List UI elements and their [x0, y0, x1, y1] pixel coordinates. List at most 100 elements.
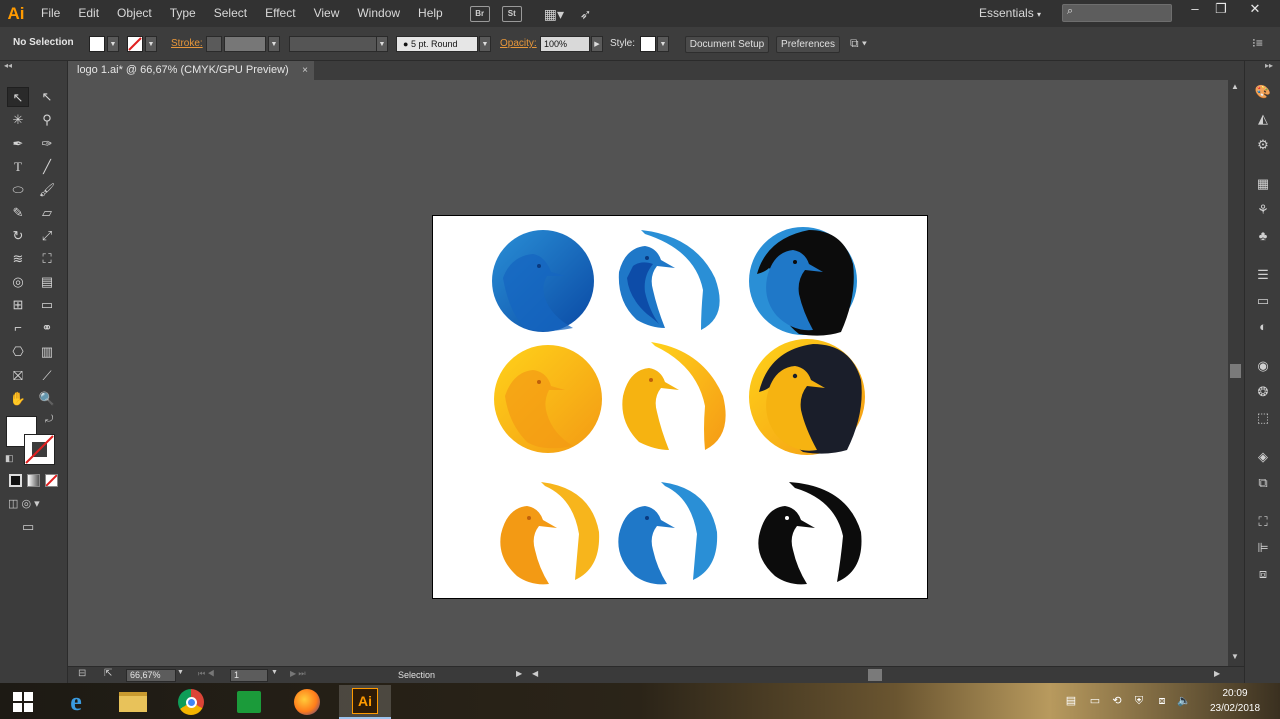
stroke-swatch[interactable] — [127, 36, 143, 52]
fill-dropdown[interactable]: ▼ — [107, 36, 119, 52]
zoom-dropdown-icon[interactable]: ▼ — [177, 669, 184, 676]
style-dropdown[interactable]: ▼ — [657, 36, 669, 52]
status-menu-icon[interactable]: ▶ — [516, 669, 522, 678]
column-graph-tool-icon[interactable]: ▥ — [36, 342, 58, 362]
zoom-input[interactable]: 66,67% — [126, 669, 176, 682]
artboard-tool-icon[interactable]: ⛝ — [7, 366, 29, 386]
artboards-icon[interactable]: ⧉ — [1254, 474, 1272, 492]
menu-help[interactable]: Help — [409, 0, 452, 27]
artboard-number-input[interactable]: 1 — [230, 669, 268, 682]
menu-object[interactable]: Object — [108, 0, 161, 27]
clock[interactable]: 20:09 23/02/2018 — [1200, 686, 1270, 716]
stroke-weight-stepper[interactable] — [206, 36, 222, 52]
canvas[interactable] — [68, 80, 1228, 666]
scale-tool-icon[interactable]: ⤢ — [36, 226, 58, 246]
chrome-app[interactable] — [165, 685, 217, 719]
line-tool-icon[interactable]: ╱ — [36, 157, 58, 177]
blend-tool-icon[interactable]: ⚭ — [36, 318, 58, 338]
curvature-tool-icon[interactable]: ✑ — [36, 134, 58, 154]
color-guide-icon[interactable]: ◭ — [1254, 110, 1272, 128]
appearance-icon[interactable]: ◉ — [1254, 357, 1272, 375]
maximize-button[interactable]: ❐ — [1207, 0, 1235, 20]
gradient-mode-button[interactable] — [27, 474, 40, 487]
transform-icon[interactable]: ⛶ — [1254, 513, 1272, 531]
minimize-button[interactable]: ‒ — [1181, 0, 1209, 20]
document-setup-button[interactable]: Document Setup — [685, 36, 769, 53]
bridge-button[interactable]: Br — [469, 5, 490, 22]
artboard[interactable] — [432, 215, 928, 599]
start-button[interactable] — [0, 685, 46, 719]
type-tool-icon[interactable]: T — [7, 157, 29, 177]
stroke-weight-dropdown[interactable]: ▼ — [268, 36, 280, 52]
share-icon[interactable]: ⇱ — [104, 668, 112, 679]
tray-network-icon[interactable]: ▤ — [1064, 694, 1078, 708]
close-button[interactable]: ✕ — [1241, 0, 1269, 20]
libraries-icon[interactable]: ⚙ — [1254, 136, 1272, 154]
menu-effect[interactable]: Effect — [256, 0, 304, 27]
asset-export-icon[interactable]: ⬚ — [1254, 409, 1272, 427]
color-panel-icon[interactable]: 🎨 — [1254, 83, 1272, 101]
firefox-app[interactable] — [281, 685, 333, 719]
illustrator-app[interactable]: Ai — [339, 685, 391, 719]
horizontal-scroll-thumb[interactable] — [868, 669, 882, 681]
menu-view[interactable]: View — [305, 0, 349, 27]
none-mode-button[interactable] — [45, 474, 58, 487]
scroll-right-icon[interactable]: ▶ — [1214, 669, 1220, 678]
symbols-icon[interactable]: ♣ — [1254, 227, 1272, 245]
brushes-icon[interactable]: ⚘ — [1254, 201, 1272, 219]
default-colors-icon[interactable]: ◧ — [5, 453, 14, 464]
vertical-scroll-thumb[interactable] — [1230, 364, 1241, 378]
arrange-icon[interactable]: ⧉ ▾ — [850, 36, 867, 51]
artboard-dropdown-icon[interactable]: ▼ — [271, 669, 278, 676]
tray-sync-icon[interactable]: ⟲ — [1110, 694, 1124, 708]
stroke-label[interactable]: Stroke: — [171, 38, 203, 49]
dock-collapse-icon[interactable]: ▸▸ — [1265, 61, 1273, 70]
scroll-left-icon[interactable]: ◀ — [532, 669, 538, 678]
arrange-documents-icon[interactable]: ▦▾ — [544, 6, 570, 22]
stroke-color-box[interactable] — [24, 434, 55, 465]
gradient-panel-icon[interactable]: ▭ — [1254, 292, 1272, 310]
last-artboard-icon[interactable]: ▶ ⏭ — [290, 669, 306, 679]
profile-dropdown[interactable]: ▼ — [376, 36, 388, 52]
zoom-out-icon[interactable]: ⊟ — [78, 668, 86, 679]
screen-mode-icon[interactable]: ▭ — [22, 519, 34, 535]
menu-file[interactable]: File — [32, 0, 69, 27]
pen-tool-icon[interactable]: ✒ — [7, 134, 29, 154]
document-tab[interactable]: logo 1.ai* @ 66,67% (CMYK/GPU Preview) × — [68, 61, 314, 80]
vertical-scrollbar[interactable]: ▲ ▼ — [1228, 80, 1244, 666]
rotate-tool-icon[interactable]: ↻ — [7, 226, 29, 246]
opacity-dropdown[interactable]: ▶ — [591, 36, 603, 52]
free-transform-tool-icon[interactable]: ⛶ — [36, 249, 58, 269]
menu-select[interactable]: Select — [205, 0, 256, 27]
color-mode-button[interactable] — [9, 474, 22, 487]
width-tool-icon[interactable]: ≋ — [7, 249, 29, 269]
align-icon[interactable]: ⊫ — [1254, 539, 1272, 557]
swap-colors-icon[interactable]: ⤾ — [45, 414, 53, 425]
brush-dropdown[interactable]: ▼ — [479, 36, 491, 52]
gradient-tool-icon[interactable]: ▭ — [36, 295, 58, 315]
stroke-panel-icon[interactable]: ☰ — [1254, 266, 1272, 284]
layers-icon[interactable]: ◈ — [1254, 448, 1272, 466]
slice-tool-icon[interactable]: ⟋ — [36, 366, 58, 386]
opacity-label[interactable]: Opacity: — [500, 38, 537, 49]
file-explorer-app[interactable] — [107, 685, 159, 719]
internet-explorer-app[interactable]: e — [50, 685, 102, 719]
gpu-rocket-icon[interactable]: ➶ — [580, 6, 600, 22]
stroke-dropdown[interactable]: ▼ — [145, 36, 157, 52]
magic-wand-tool-icon[interactable]: ✳ — [7, 110, 29, 130]
stroke-weight-input[interactable] — [224, 36, 266, 52]
tray-wifi-icon[interactable]: ⧈ — [1155, 694, 1169, 708]
symbol-sprayer-tool-icon[interactable]: ⎔ — [7, 342, 29, 362]
opacity-input[interactable]: 100% — [540, 36, 590, 52]
panel-collapse-icon[interactable]: ◂◂ — [4, 61, 12, 70]
tray-antivirus-icon[interactable]: ⛨ — [1132, 694, 1146, 708]
workspace-switcher[interactable]: Essentials ▾ — [979, 0, 1041, 28]
ellipse-tool-icon[interactable]: ⬭ — [7, 180, 29, 200]
variable-width-profile[interactable] — [289, 36, 377, 52]
eyedropper-tool-icon[interactable]: ⌐ — [7, 318, 29, 338]
menu-type[interactable]: Type — [161, 0, 205, 27]
zoom-tool-icon[interactable]: 🔍 — [36, 389, 58, 409]
search-input[interactable]: ⌕ — [1062, 4, 1172, 22]
volume-icon[interactable]: 🔈 — [1177, 694, 1191, 708]
swatches-icon[interactable]: ▦ — [1254, 175, 1272, 193]
